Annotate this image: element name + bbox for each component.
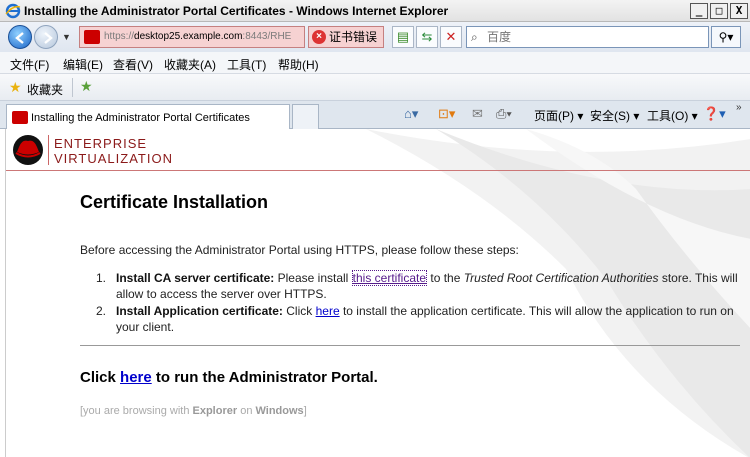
redhat-favicon-icon bbox=[84, 30, 100, 44]
maximize-button[interactable]: □ bbox=[710, 3, 728, 19]
address-url: https://desktop25.example.com:8443/RHE bbox=[104, 31, 292, 42]
brand-line-2: VIRTUALIZATION bbox=[54, 151, 173, 166]
tools-menu[interactable]: 工具(O) ▾ bbox=[647, 107, 698, 124]
certificate-error-button[interactable]: × 证书错误 bbox=[308, 26, 384, 48]
feeds-icon[interactable]: ⊡▾ bbox=[438, 106, 455, 122]
header-divider bbox=[48, 135, 49, 165]
menu-view[interactable]: 查看(V) bbox=[113, 56, 153, 73]
run-administrator-portal-link[interactable]: here bbox=[120, 369, 152, 386]
tab-current[interactable]: Installing the Administrator Portal Cert… bbox=[6, 104, 290, 129]
step-number: 2. bbox=[96, 304, 107, 318]
tools-menu-label: 工具(O) bbox=[647, 109, 689, 123]
install-application-certificate-link[interactable]: here bbox=[316, 304, 340, 318]
page-menu-label: 页面(P) bbox=[534, 109, 574, 123]
minimize-button[interactable]: _ bbox=[690, 3, 708, 19]
step-title: Install CA server certificate: bbox=[116, 271, 275, 285]
search-engine-icon: ⌕ bbox=[471, 30, 478, 44]
help-icon[interactable]: ❓▾ bbox=[703, 106, 726, 122]
run-portal-line: Click here to run the Administrator Port… bbox=[80, 369, 378, 386]
safety-menu[interactable]: 安全(S) ▾ bbox=[590, 107, 639, 124]
add-to-favorites-icon[interactable]: ★ bbox=[80, 78, 93, 95]
refresh-icon[interactable]: ⇆ bbox=[416, 26, 438, 48]
back-button[interactable] bbox=[8, 25, 32, 49]
title-bar: Installing the Administrator Portal Cert… bbox=[0, 0, 750, 22]
error-icon: × bbox=[312, 30, 326, 44]
more-commands-chevron-icon[interactable]: » bbox=[736, 102, 742, 113]
step-title: Install Application certificate: bbox=[116, 304, 283, 318]
forward-button[interactable] bbox=[34, 25, 58, 49]
menu-file[interactable]: 文件(F) bbox=[10, 56, 49, 73]
arrow-right-icon bbox=[44, 32, 53, 44]
step-number: 1. bbox=[96, 271, 107, 285]
compatibility-view-icon[interactable]: ▤ bbox=[392, 26, 414, 48]
page-content: ENTERPRISE VIRTUALIZATION Certificate In… bbox=[5, 129, 750, 457]
page-title: Certificate Installation bbox=[80, 192, 269, 212]
menu-favorites[interactable]: 收藏夹(A) bbox=[164, 56, 216, 73]
home-icon[interactable]: ⌂▾ bbox=[404, 106, 418, 122]
close-button[interactable]: X bbox=[730, 3, 748, 19]
internet-explorer-icon bbox=[5, 3, 21, 19]
tab-title: Installing the Administrator Portal Cert… bbox=[31, 112, 250, 124]
read-mail-icon[interactable]: ✉ bbox=[472, 106, 483, 122]
new-tab-button[interactable] bbox=[292, 104, 319, 129]
intro-text: Before accessing the Administrator Porta… bbox=[80, 243, 519, 257]
window-title: Installing the Administrator Portal Cert… bbox=[24, 4, 449, 18]
page-menu[interactable]: 页面(P) ▾ bbox=[534, 107, 583, 124]
menu-help[interactable]: 帮助(H) bbox=[278, 56, 319, 73]
favorites-separator bbox=[72, 78, 73, 97]
search-button[interactable]: ⚲▾ bbox=[711, 26, 741, 48]
redhat-logo-icon bbox=[13, 135, 43, 165]
address-bar[interactable]: https://desktop25.example.com:8443/RHE bbox=[79, 26, 305, 48]
list-item: 2. Install Application certificate: Clic… bbox=[96, 304, 734, 334]
divider bbox=[80, 345, 740, 346]
redhat-favicon-icon bbox=[12, 111, 28, 124]
search-box[interactable]: ⌕ bbox=[466, 26, 709, 48]
browser-info: [you are browsing with Explorer on Windo… bbox=[80, 405, 307, 417]
brand-line-1: ENTERPRISE bbox=[54, 136, 148, 151]
safety-menu-label: 安全(S) bbox=[590, 109, 630, 123]
certificate-error-label: 证书错误 bbox=[329, 30, 378, 44]
menu-edit[interactable]: 编辑(E) bbox=[63, 56, 103, 73]
menu-tools[interactable]: 工具(T) bbox=[227, 56, 266, 73]
favorites-star-icon[interactable]: ★ bbox=[9, 79, 22, 96]
install-ca-certificate-link[interactable]: this certificate bbox=[351, 270, 428, 286]
steps-list: 1. Install CA server certificate: Please… bbox=[96, 270, 745, 336]
menu-bar: 文件(F) 编辑(E) 查看(V) 收藏夹(A) 工具(T) 帮助(H) bbox=[0, 52, 750, 74]
print-icon[interactable]: ⎙▾ bbox=[496, 106, 512, 122]
list-item: 1. Install CA server certificate: Please… bbox=[96, 270, 738, 301]
stop-icon[interactable]: ✕ bbox=[440, 26, 462, 48]
search-icon: ⚲ bbox=[718, 30, 728, 44]
arrow-left-icon bbox=[15, 32, 24, 44]
page-header: ENTERPRISE VIRTUALIZATION bbox=[6, 129, 750, 171]
address-row: ▼ https://desktop25.example.com:8443/RHE… bbox=[0, 22, 750, 52]
favorites-button[interactable]: 收藏夹 bbox=[27, 81, 63, 98]
search-input[interactable] bbox=[487, 29, 702, 45]
recent-pages-dropdown-icon[interactable]: ▼ bbox=[62, 32, 71, 42]
favorites-bar: ★ 收藏夹 ★ bbox=[0, 74, 750, 101]
